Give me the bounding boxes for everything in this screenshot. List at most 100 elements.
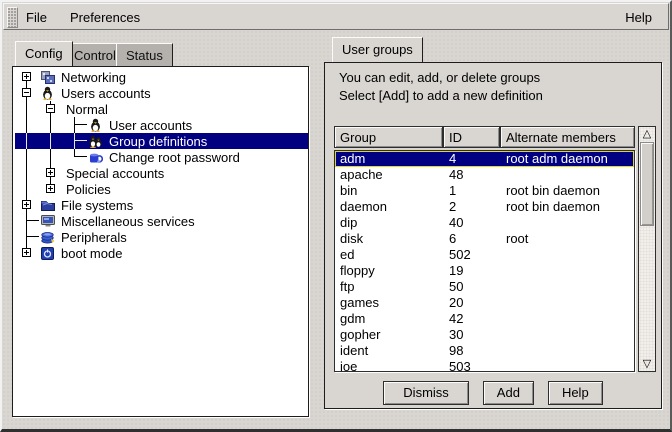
tree-guide: [63, 117, 87, 133]
menu-file[interactable]: File: [22, 9, 51, 26]
cell-id: 42: [444, 311, 501, 327]
tree-item-group-definitions[interactable]: Group definitions: [15, 133, 308, 149]
cell-group: disk: [335, 231, 444, 247]
menu-preferences[interactable]: Preferences: [66, 9, 144, 26]
tree-item-peripherals[interactable]: Peripherals: [15, 229, 308, 245]
table-row-dip[interactable]: dip 40: [335, 215, 634, 231]
scroll-down-icon[interactable]: ▽: [639, 357, 655, 371]
tree-item-boot-mode[interactable]: boot mode: [15, 245, 308, 261]
tree-expander-icon[interactable]: [39, 181, 63, 197]
config-tree: Networking Users accounts Normal User ac…: [12, 66, 309, 417]
cell-members: root bin daemon: [501, 183, 634, 199]
cell-group: adm: [335, 151, 444, 167]
tree-guide: [39, 149, 63, 165]
tree-item-special-accounts[interactable]: Special accounts: [15, 165, 308, 181]
dismiss-button[interactable]: Dismiss: [383, 381, 469, 405]
column-header-id[interactable]: ID: [443, 126, 500, 148]
cell-members: [501, 359, 634, 372]
table-row-games[interactable]: games 20: [335, 295, 634, 311]
cell-members: [501, 263, 634, 279]
groups-table: adm 4 root adm daemon apache 48 bin 1 ro…: [334, 150, 635, 372]
table-row-gdm[interactable]: gdm 42: [335, 311, 634, 327]
button-row: Dismiss Add Help: [325, 381, 661, 405]
cell-group: ed: [335, 247, 444, 263]
add-button[interactable]: Add: [483, 381, 534, 405]
folder-icon: [39, 198, 56, 212]
tree-expander-icon[interactable]: [15, 245, 39, 261]
penguin-icon: [87, 118, 104, 132]
mug-icon: [87, 150, 104, 164]
scrollbar-thumb[interactable]: [640, 142, 654, 226]
tree-item-normal[interactable]: Normal: [15, 101, 308, 117]
tree-item-policies[interactable]: Policies: [15, 181, 308, 197]
tree-item-label: Peripherals: [58, 230, 130, 245]
power-icon: [39, 246, 56, 260]
cell-id: 1: [444, 183, 501, 199]
cell-id: 2: [444, 199, 501, 215]
cell-group: joe: [335, 359, 444, 372]
table-row-gopher[interactable]: gopher 30: [335, 327, 634, 343]
groups-table-header: Group ID Alternate members: [334, 126, 635, 148]
tree-expander-icon[interactable]: [15, 69, 39, 85]
cell-id: 20: [444, 295, 501, 311]
tree-expander-icon[interactable]: [39, 165, 63, 181]
table-row-ed[interactable]: ed 502: [335, 247, 634, 263]
tree-item-users-accounts[interactable]: Users accounts: [15, 85, 308, 101]
tab-config[interactable]: Config: [15, 41, 73, 66]
help-button[interactable]: Help: [548, 381, 603, 405]
scroll-up-icon[interactable]: △: [639, 127, 655, 141]
tree-item-user-accounts[interactable]: User accounts: [15, 117, 308, 133]
table-row-disk[interactable]: disk 6 root: [335, 231, 634, 247]
cell-group: ftp: [335, 279, 444, 295]
table-row-bin[interactable]: bin 1 root bin daemon: [335, 183, 634, 199]
tree-item-label: Policies: [63, 182, 114, 197]
tree-guide: [15, 149, 39, 165]
tab-status[interactable]: Status: [116, 43, 173, 66]
tree-item-miscellaneous-services[interactable]: Miscellaneous services: [15, 213, 308, 229]
table-row-ftp[interactable]: ftp 50: [335, 279, 634, 295]
cell-id: 30: [444, 327, 501, 343]
tree-item-change-root-password[interactable]: Change root password: [15, 149, 308, 165]
cell-id: 502: [444, 247, 501, 263]
menu-help[interactable]: Help: [621, 9, 656, 26]
tree-guide: [15, 133, 39, 149]
tree-guide: [39, 117, 63, 133]
tree-expander-icon[interactable]: [15, 85, 39, 101]
cell-members: [501, 327, 634, 343]
table-row-daemon[interactable]: daemon 2 root bin daemon: [335, 199, 634, 215]
column-header-alternate-members[interactable]: Alternate members: [500, 126, 635, 148]
table-scrollbar[interactable]: △ ▽: [638, 126, 656, 372]
tree-item-label: Group definitions: [106, 134, 210, 149]
cell-members: [501, 215, 634, 231]
table-row-joe[interactable]: joe 503: [335, 359, 634, 372]
menubar-grip-handle[interactable]: [7, 7, 18, 28]
cell-id: 503: [444, 359, 501, 372]
cell-id: 6: [444, 231, 501, 247]
tree-item-label: boot mode: [58, 246, 125, 261]
table-row-floppy[interactable]: floppy 19: [335, 263, 634, 279]
tree-item-file-systems[interactable]: File systems: [15, 197, 308, 213]
cell-members: root bin daemon: [501, 199, 634, 215]
tree-item-label: Networking: [58, 70, 129, 85]
tree-item-label: User accounts: [106, 118, 195, 133]
linuxconf-window: File Preferences Help Config Control Sta…: [0, 0, 672, 432]
table-row-ident[interactable]: ident 98: [335, 343, 634, 359]
tree-item-label: File systems: [58, 198, 136, 213]
tree-expander-icon[interactable]: [39, 101, 63, 117]
tab-user-groups[interactable]: User groups: [332, 37, 423, 62]
cell-members: [501, 311, 634, 327]
tree-guide: [15, 117, 39, 133]
cell-members: root adm daemon: [501, 151, 634, 167]
cell-group: apache: [335, 167, 444, 183]
cell-id: 50: [444, 279, 501, 295]
tree-item-networking[interactable]: Networking: [15, 69, 308, 85]
tree-guide: [15, 181, 39, 197]
tree-expander-icon[interactable]: [15, 197, 39, 213]
table-row-adm[interactable]: adm 4 root adm daemon: [335, 151, 634, 167]
column-header-group[interactable]: Group: [334, 126, 443, 148]
table-row-apache[interactable]: apache 48: [335, 167, 634, 183]
penguin-icon: [39, 86, 56, 100]
cell-group: gopher: [335, 327, 444, 343]
cell-members: [501, 295, 634, 311]
tree-guide: [63, 149, 87, 165]
